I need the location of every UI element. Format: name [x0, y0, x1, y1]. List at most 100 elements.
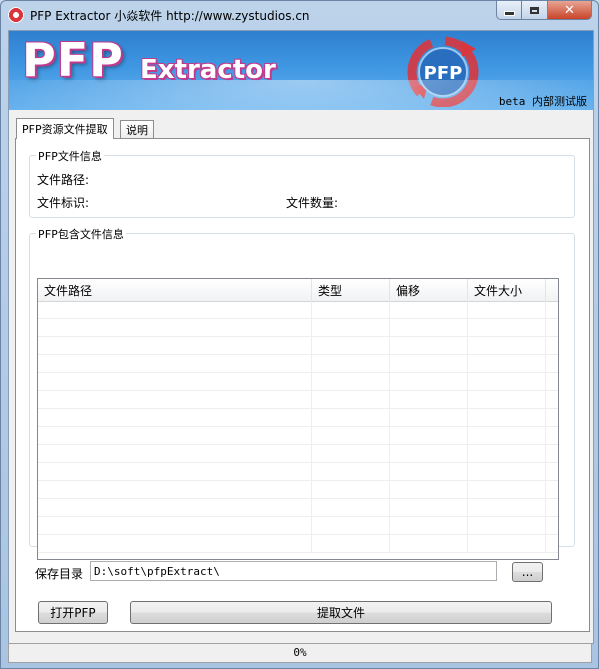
list-cell — [312, 499, 390, 516]
list-cell — [390, 517, 468, 534]
browse-button[interactable]: ... — [512, 562, 543, 582]
logo-extractor-text: Extractor — [140, 55, 276, 85]
file-list-view[interactable]: 文件路径 类型 偏移 文件大小 — [37, 278, 559, 560]
list-cell — [390, 373, 468, 390]
list-cell — [390, 463, 468, 480]
recycle-logo-icon: PFP — [407, 36, 479, 107]
list-cell — [546, 535, 558, 552]
column-header-path[interactable]: 文件路径 — [38, 279, 312, 301]
file-id-label: 文件标识: — [37, 196, 90, 210]
list-cell — [390, 409, 468, 426]
list-body[interactable] — [38, 301, 558, 559]
list-cell — [390, 535, 468, 552]
extract-files-button[interactable]: 提取文件 — [130, 601, 552, 624]
list-row[interactable] — [38, 373, 558, 391]
close-button[interactable]: ✕ — [548, 1, 592, 20]
list-row[interactable] — [38, 409, 558, 427]
list-cell — [38, 337, 312, 354]
list-cell — [390, 445, 468, 462]
list-cell — [312, 319, 390, 336]
list-row[interactable] — [38, 427, 558, 445]
list-cell — [468, 445, 546, 462]
list-cell — [312, 445, 390, 462]
column-header-filler — [546, 279, 558, 301]
list-row[interactable] — [38, 517, 558, 535]
list-cell — [312, 301, 390, 318]
list-row[interactable] — [38, 445, 558, 463]
list-cell — [38, 355, 312, 372]
list-cell — [468, 535, 546, 552]
file-info-group-title: PFP文件信息 — [36, 148, 104, 164]
list-cell — [468, 463, 546, 480]
list-cell — [546, 355, 558, 372]
list-cell — [312, 517, 390, 534]
beta-label: beta 内部测试版 — [498, 95, 587, 108]
list-cell — [38, 319, 312, 336]
list-cell — [312, 427, 390, 444]
list-cell — [390, 319, 468, 336]
list-cell — [390, 427, 468, 444]
caption-buttons: ✕ — [496, 1, 592, 20]
progress-text: 0% — [293, 646, 307, 659]
list-cell — [390, 481, 468, 498]
list-cell — [390, 301, 468, 318]
close-icon: ✕ — [564, 2, 575, 18]
list-cell — [468, 337, 546, 354]
progress-bar: 0% — [8, 643, 592, 663]
open-pfp-button[interactable]: 打开PFP — [38, 601, 108, 624]
logo-badge-text: PFP — [424, 63, 463, 84]
list-cell — [468, 391, 546, 408]
list-cell — [38, 301, 312, 318]
list-cell — [38, 463, 312, 480]
list-row[interactable] — [38, 337, 558, 355]
maximize-icon — [530, 6, 539, 14]
app-window: PFP Extractor 小焱软件 http://www.zystudios.… — [0, 0, 599, 669]
column-header-type[interactable]: 类型 — [312, 279, 390, 301]
list-cell — [546, 337, 558, 354]
list-row[interactable] — [38, 481, 558, 499]
list-row[interactable] — [38, 463, 558, 481]
list-cell — [38, 409, 312, 426]
client-area: PFP Extractor PFP beta 内部测试版 PFP资源文件提取 说… — [8, 30, 594, 644]
maximize-button[interactable] — [522, 1, 548, 20]
list-cell — [546, 373, 558, 390]
list-cell — [468, 427, 546, 444]
list-cell — [546, 517, 558, 534]
column-header-offset[interactable]: 偏移 — [390, 279, 468, 301]
list-cell — [546, 499, 558, 516]
list-cell — [546, 319, 558, 336]
list-cell — [390, 391, 468, 408]
minimize-button[interactable] — [496, 1, 522, 20]
list-row[interactable] — [38, 301, 558, 319]
logo-pfp-text: PFP — [22, 33, 124, 87]
list-cell — [390, 337, 468, 354]
list-cell — [468, 499, 546, 516]
list-cell — [312, 373, 390, 390]
list-cell — [546, 463, 558, 480]
column-header-size[interactable]: 文件大小 — [468, 279, 546, 301]
app-icon[interactable] — [8, 7, 24, 23]
list-cell — [468, 301, 546, 318]
list-row[interactable] — [38, 355, 558, 373]
list-cell — [468, 481, 546, 498]
list-row[interactable] — [38, 499, 558, 517]
title-bar[interactable]: PFP Extractor 小焱软件 http://www.zystudios.… — [1, 1, 598, 29]
list-cell — [312, 535, 390, 552]
list-row[interactable] — [38, 319, 558, 337]
tab-help[interactable]: 说明 — [120, 120, 154, 139]
save-dir-input[interactable]: D:\soft\pfpExtract\ — [90, 561, 497, 581]
list-row[interactable] — [38, 535, 558, 553]
list-cell — [312, 409, 390, 426]
list-cell — [468, 355, 546, 372]
list-cell — [546, 301, 558, 318]
list-cell — [38, 427, 312, 444]
contents-group-title: PFP包含文件信息 — [36, 226, 126, 242]
list-cell — [468, 373, 546, 390]
list-cell — [38, 499, 312, 516]
list-header: 文件路径 类型 偏移 文件大小 — [38, 279, 558, 302]
list-cell — [468, 409, 546, 426]
tab-extract[interactable]: PFP资源文件提取 — [16, 118, 114, 139]
list-cell — [468, 517, 546, 534]
list-row[interactable] — [38, 391, 558, 409]
file-info-group: PFP文件信息 文件路径: 文件标识: 文件数量: — [29, 148, 575, 218]
